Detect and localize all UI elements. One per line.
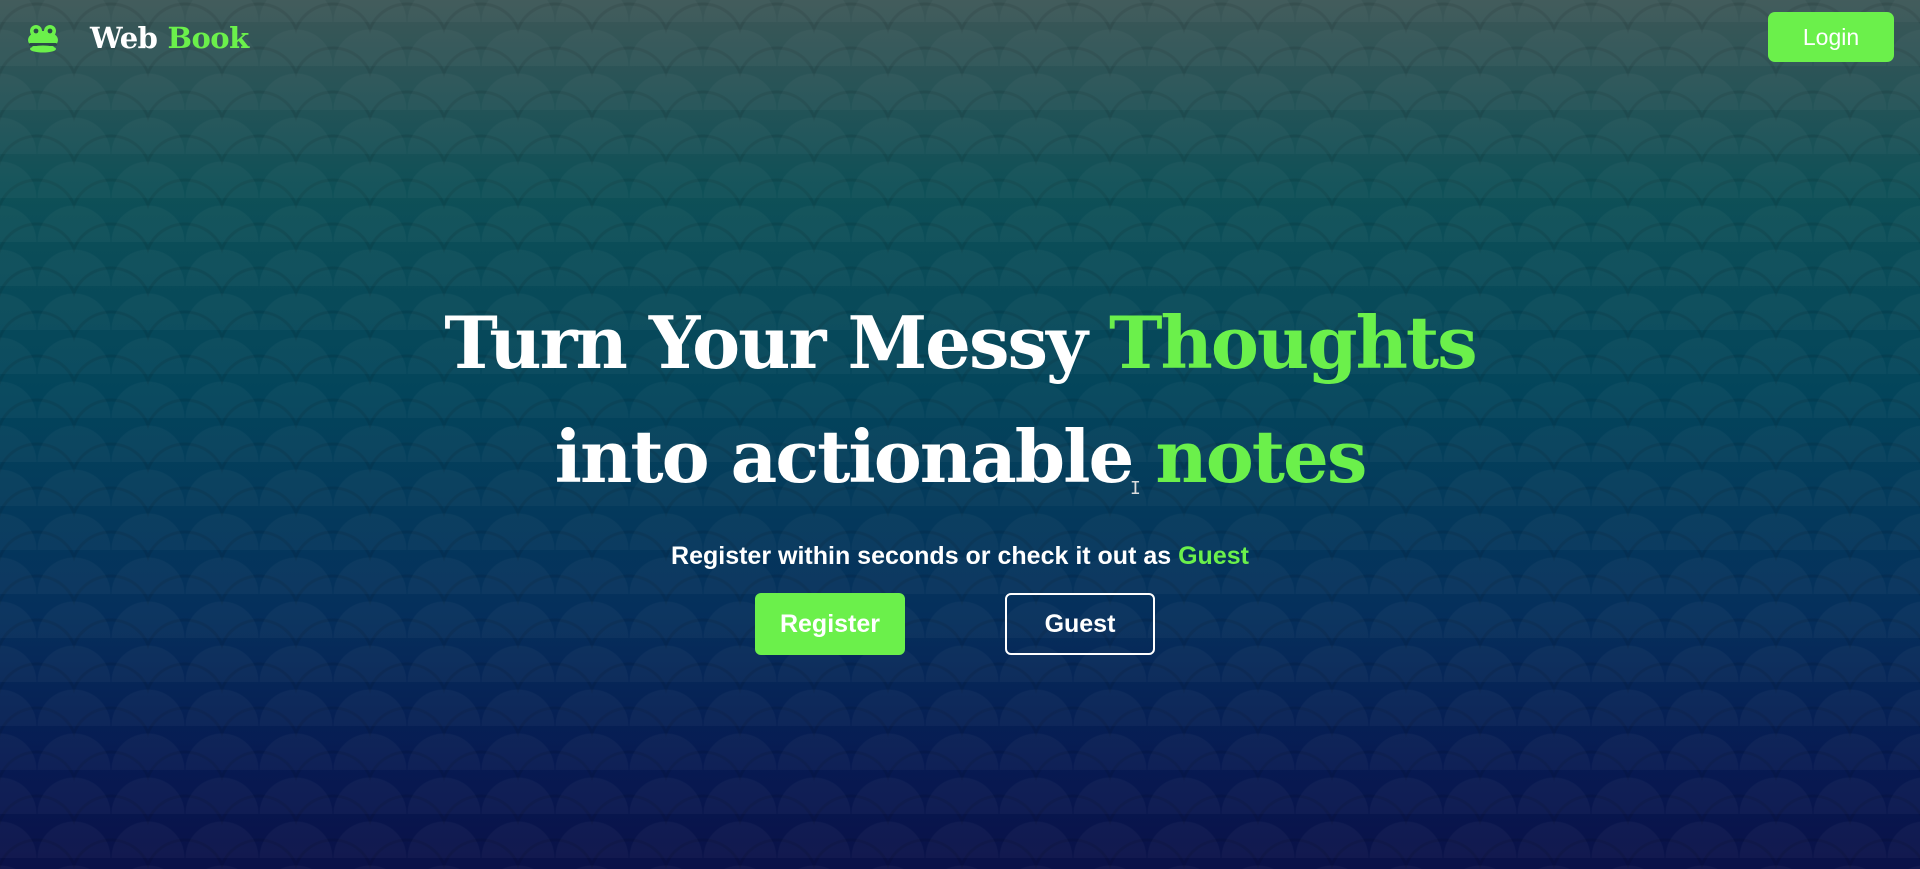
headline-line-1-accent: Thoughts	[1108, 300, 1478, 385]
subtext-guest-link[interactable]: Guest	[1178, 542, 1249, 570]
login-button[interactable]: Login	[1768, 12, 1894, 62]
hero-subtext: Register within seconds or check it out …	[0, 542, 1920, 571]
brand-name: Web Book	[90, 21, 249, 55]
headline-line-2-accent: notes	[1155, 414, 1367, 499]
brand-name-part2: Book	[167, 21, 249, 55]
brand[interactable]: Web Book	[26, 21, 249, 55]
top-navbar: Web Book Login	[0, 0, 1920, 76]
frog-mascot-icon	[26, 23, 60, 53]
headline-line-2: into actionable notes	[0, 400, 1920, 514]
headline-line-2-text: into actionable	[554, 414, 1135, 499]
guest-button[interactable]: Guest	[1005, 593, 1155, 655]
hero-headline: Turn Your Messy Thoughts into actionable…	[0, 286, 1920, 514]
subtext-main: Register within seconds or check it out …	[671, 542, 1172, 570]
headline-line-1-text: Turn Your Messy	[444, 300, 1088, 385]
hero-actions: Register Guest	[0, 593, 1920, 655]
text-cursor-icon: I	[1130, 478, 1141, 499]
headline-line-1: Turn Your Messy Thoughts	[0, 286, 1920, 400]
register-button[interactable]: Register	[755, 593, 905, 655]
brand-name-part1: Web	[90, 21, 158, 55]
hero-section: Turn Your Messy Thoughts into actionable…	[0, 286, 1920, 655]
